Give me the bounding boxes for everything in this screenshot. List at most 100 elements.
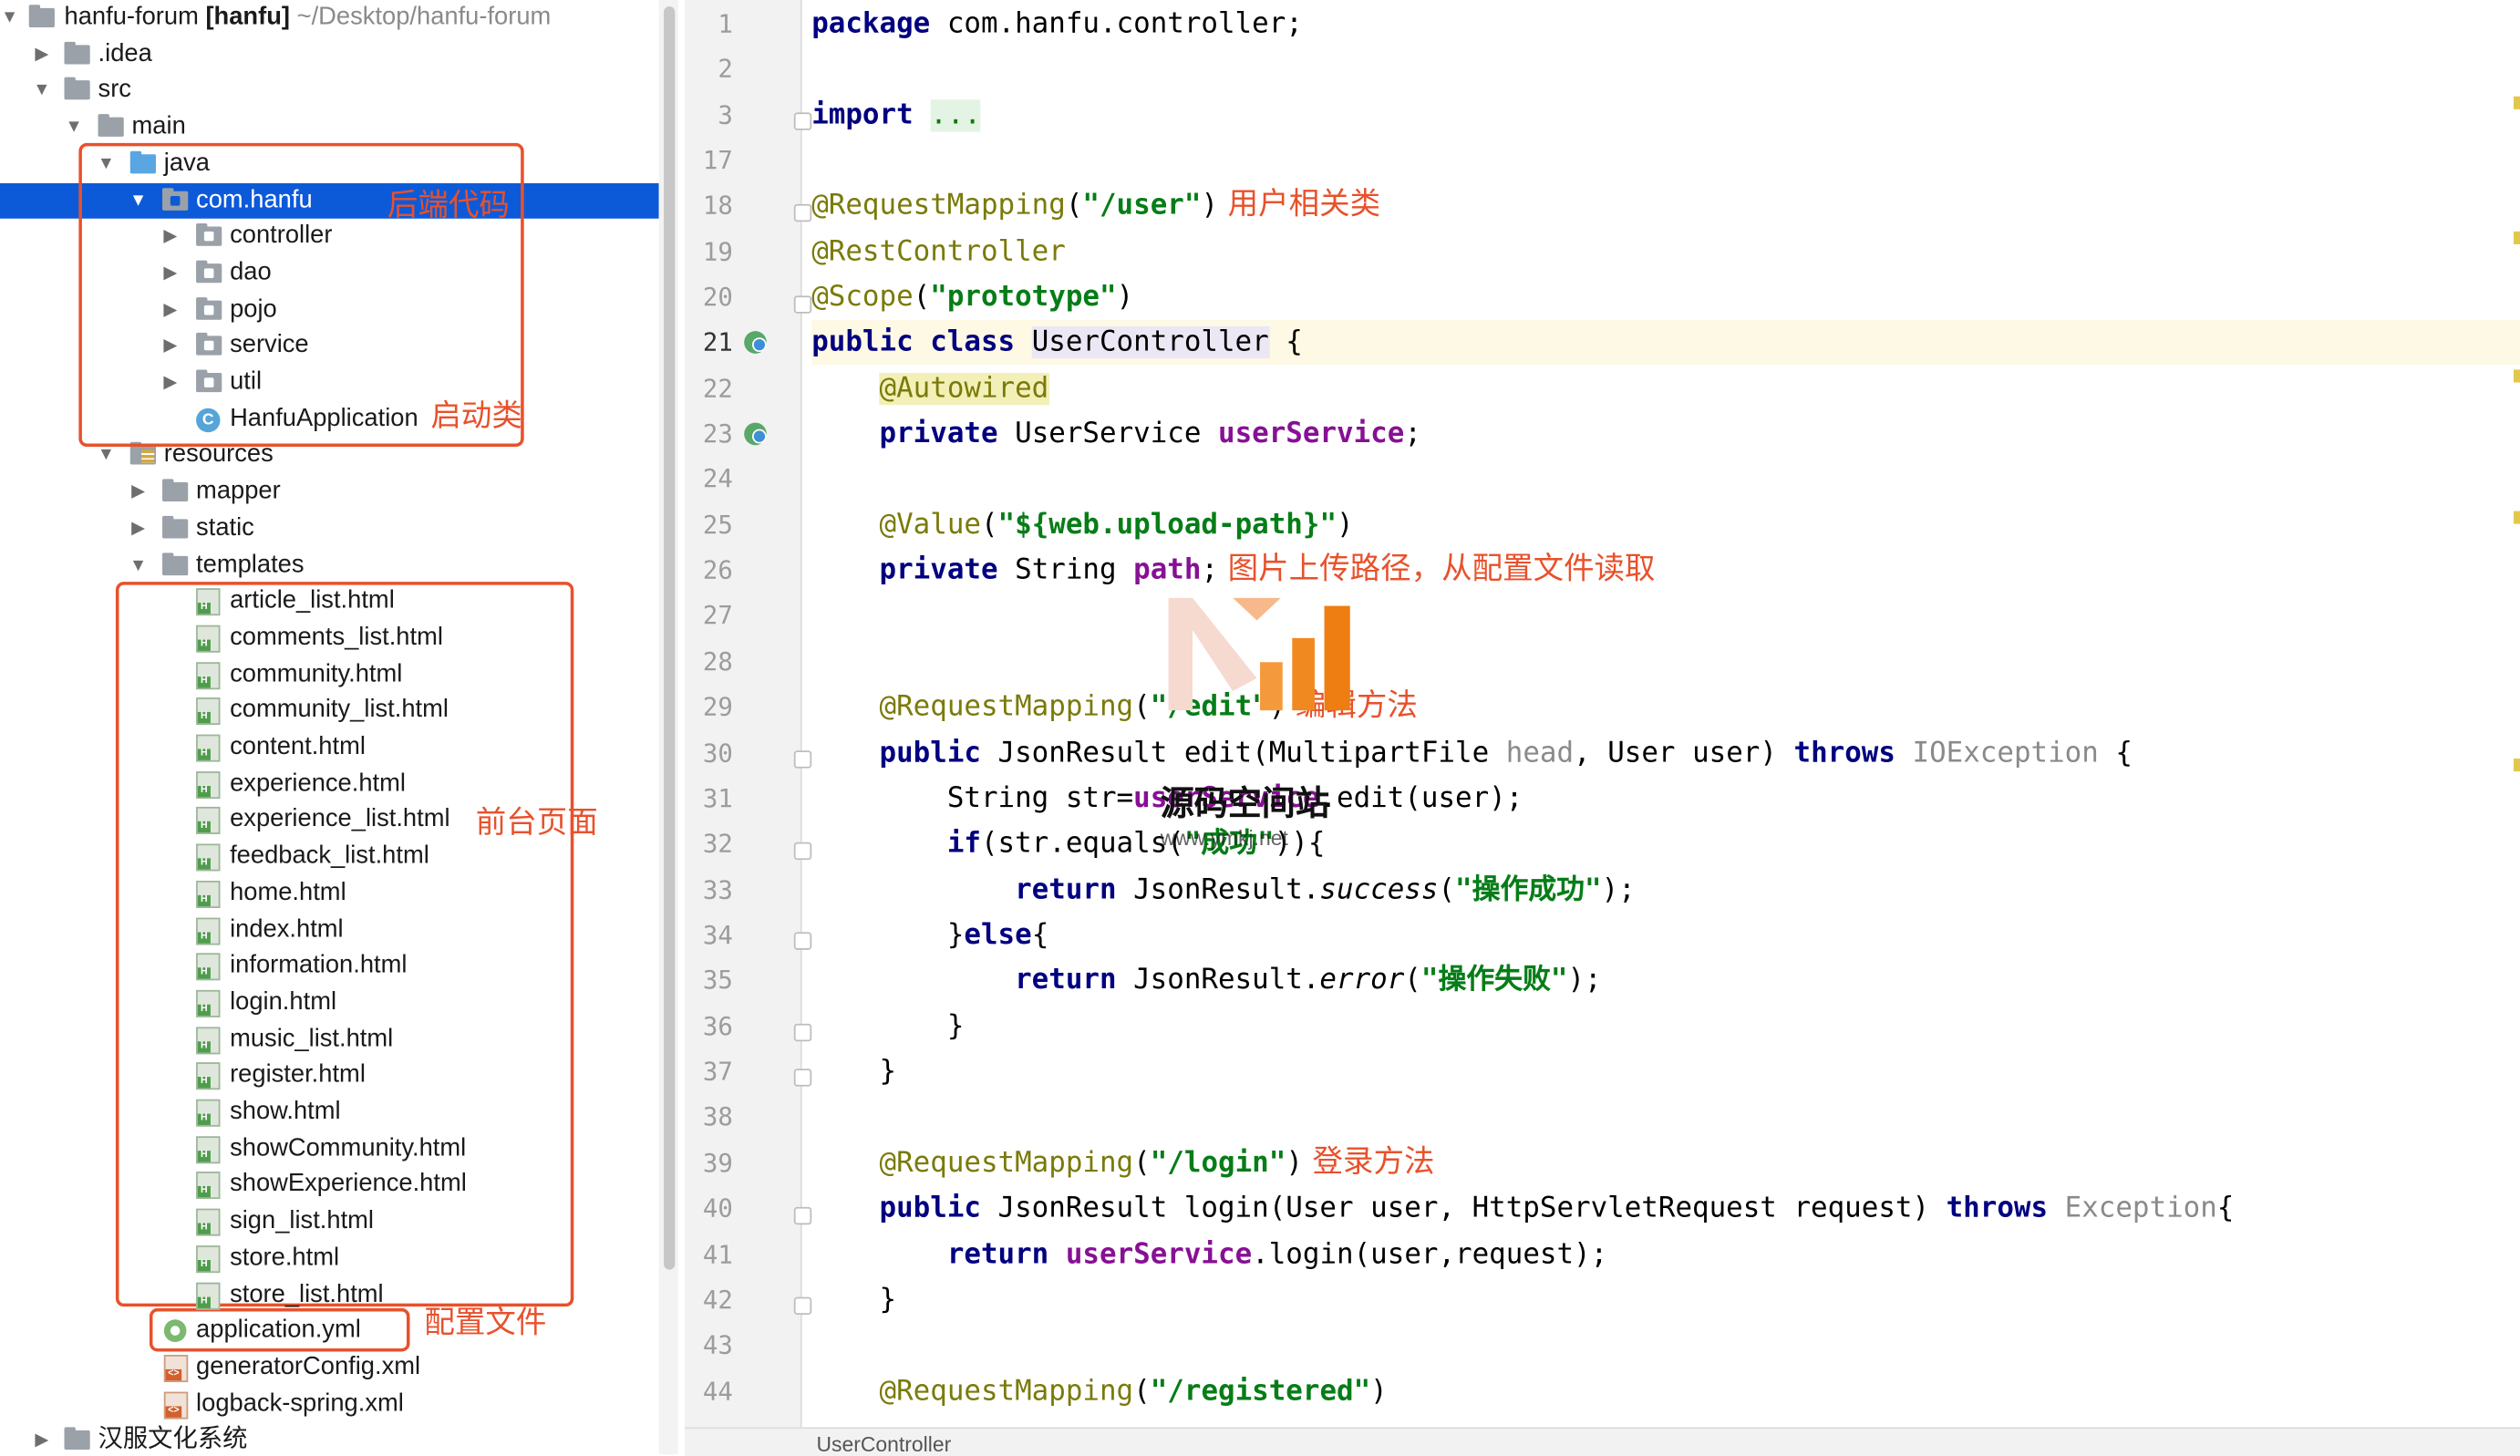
tree-label: article_list.html [230,586,395,614]
tree-item-dir-static[interactable]: ▶ static [0,511,659,547]
collapsed-arrow-icon[interactable]: ▶ [160,328,180,365]
code-line-26[interactable]: private String path; 图片上传路径，从配置文件读取 [811,548,2520,594]
line-number: 32 [702,829,733,859]
code-line-32[interactable]: if(str.equals("成功")){ [811,821,2520,867]
tree-item-file-community_list-html[interactable]: community_list.html [0,693,659,729]
tree-item-file-sign_list-html[interactable]: sign_list.html [0,1204,659,1241]
folded-imports[interactable]: ... [930,99,981,132]
tree-label: index.html [230,914,344,943]
tree-item-idea[interactable]: ▶ .idea [0,36,659,73]
tree-scrollbar-thumb[interactable] [664,6,676,1270]
tree-item-file-experience-html[interactable]: experience.html [0,766,659,802]
tree-item-package-controller[interactable]: ▶ controller [0,219,659,255]
code-line-22[interactable]: @Autowired [811,367,2520,412]
breadcrumb[interactable]: UserController [817,1432,952,1456]
tree-item-file-store_list-html[interactable]: store_list.html [0,1277,659,1314]
code-line-23[interactable]: private UserService userService; [811,411,2520,457]
fold-marker-icon[interactable] [793,1069,812,1087]
tree-item-main[interactable]: ▼ main [0,109,659,146]
tree-item-package-pojo[interactable]: ▶ pojo [0,292,659,328]
collapsed-arrow-icon[interactable]: ▶ [129,511,148,547]
expand-arrow-icon[interactable]: ▼ [65,109,84,146]
warning-stripe-mark[interactable] [2514,96,2520,109]
expand-arrow-icon[interactable]: ▼ [32,73,51,109]
tree-item-package-util[interactable]: ▶ util [0,365,659,401]
fold-marker-icon[interactable] [793,1296,812,1315]
expand-arrow-icon[interactable]: ▼ [0,0,19,36]
code-line-44[interactable]: @RequestMapping("/registered") [811,1369,2520,1415]
tree-label: register.html [230,1060,366,1089]
fold-marker-icon[interactable] [793,932,812,950]
code-line-31[interactable]: String str=userService.edit(user); [811,776,2520,821]
warning-stripe-mark[interactable] [2514,231,2520,244]
code-line-35[interactable]: return JsonResult.error("操作失败"); [811,958,2520,1004]
tree-item-package-dao[interactable]: ▶ dao [0,255,659,292]
tree-item-file-generatorConfig-xml[interactable]: generatorConfig.xml [0,1350,659,1387]
html-file-icon [196,697,221,726]
tree-item-file-home-html[interactable]: home.html [0,875,659,912]
tree-item-file-community-html[interactable]: community.html [0,656,659,693]
code-line-20[interactable]: @Scope("prototype") [811,274,2520,320]
tree-item-src[interactable]: ▼ src [0,73,659,109]
code-line-33[interactable]: return JsonResult.success("操作成功"); [811,868,2520,914]
tree-item-file-information-html[interactable]: information.html [0,948,659,985]
code-line-41[interactable]: return userService.login(user,request); [811,1233,2520,1278]
code-line-21[interactable]: public class UserController { [811,319,2520,366]
code-line-39[interactable]: @RequestMapping("/login") 登录方法 [811,1141,2520,1187]
fold-marker-icon[interactable] [793,203,812,222]
tree-item-bottom-folder[interactable]: ▶ 汉服文化系统 [0,1423,659,1455]
tree-item-file-login-html[interactable]: login.html [0,985,659,1021]
code-line-34[interactable]: }else{ [811,913,2520,958]
collapsed-arrow-icon[interactable]: ▶ [32,1423,51,1455]
code-line-25[interactable]: @Value("${web.upload-path}") [811,503,2520,549]
collapsed-arrow-icon[interactable]: ▶ [160,292,180,328]
warning-stripe-mark[interactable] [2514,369,2520,383]
fold-marker-icon[interactable] [793,1206,812,1225]
code-line-29[interactable]: @RequestMapping("/edit") 编辑方法 [811,685,2520,730]
tree-item-file-feedback_list-html[interactable]: feedback_list.html [0,839,659,875]
tree-item-file-register-html[interactable]: register.html [0,1058,659,1094]
spring-bean-icon[interactable] [744,331,767,354]
fold-marker-icon[interactable] [793,750,812,769]
tree-item-file-show-html[interactable]: show.html [0,1094,659,1131]
code-line-3[interactable]: import ... [811,93,2520,139]
tree-item-file-content-html[interactable]: content.html [0,729,659,766]
tree-item-file-store-html[interactable]: store.html [0,1241,659,1277]
code-line-37[interactable]: } [811,1049,2520,1095]
tree-item-dir-mapper[interactable]: ▶ mapper [0,474,659,511]
fold-marker-icon[interactable] [793,112,812,130]
tree-item-file-comments_list-html[interactable]: comments_list.html [0,620,659,656]
expand-arrow-icon[interactable]: ▼ [129,547,148,583]
spring-bean-icon[interactable] [744,422,767,446]
code-line-40[interactable]: public JsonResult login(User user, HttpS… [811,1186,2520,1232]
tree-scrollbar[interactable] [658,0,678,1455]
collapsed-arrow-icon[interactable]: ▶ [160,365,180,401]
collapsed-arrow-icon[interactable]: ▶ [129,474,148,511]
tree-item-file-logback-spring-xml[interactable]: logback-spring.xml [0,1387,659,1423]
code-line-18[interactable]: @RequestMapping("/user") 用户相关类 [811,183,2520,229]
tree-item-file-article_list-html[interactable]: article_list.html [0,583,659,620]
code-line-36[interactable]: } [811,1005,2520,1050]
tree-item-file-index-html[interactable]: index.html [0,912,659,948]
collapsed-arrow-icon[interactable]: ▶ [160,219,180,255]
tree-item-file-showExperience-html[interactable]: showExperience.html [0,1167,659,1203]
tree-item-package-service[interactable]: ▶ service [0,328,659,365]
code-line-1[interactable]: package com.hanfu.controller; [811,2,2520,47]
code-line-19[interactable]: @RestController [811,230,2520,275]
code-line-30[interactable]: public JsonResult edit(MultipartFile hea… [811,731,2520,777]
code-line-42[interactable]: } [811,1277,2520,1323]
warning-stripe-mark[interactable] [2514,759,2520,772]
tree-item-file-music_list-html[interactable]: music_list.html [0,1021,659,1058]
html-file-icon [196,1281,221,1309]
tree-item-project-root[interactable]: ▼ hanfu-forum [hanfu] ~/Desktop/hanfu-fo… [0,0,659,36]
warning-stripe-mark[interactable] [2514,511,2520,524]
tree-item-file-experience_list-html[interactable]: experience_list.html [0,802,659,839]
fold-marker-icon[interactable] [793,842,812,861]
code-editor[interactable]: 1 2 3 17 18 19 20 21 22 23 24 25 26 27 28 29 30 31 32 33 34 3… [677,0,2520,1456]
fold-marker-icon[interactable] [793,1023,812,1042]
collapsed-arrow-icon[interactable]: ▶ [160,255,180,292]
collapsed-arrow-icon[interactable]: ▶ [32,36,51,73]
tree-item-file-showCommunity-html[interactable]: showCommunity.html [0,1131,659,1167]
fold-marker-icon[interactable] [793,295,812,314]
tree-item-templates[interactable]: ▼ templates [0,547,659,583]
